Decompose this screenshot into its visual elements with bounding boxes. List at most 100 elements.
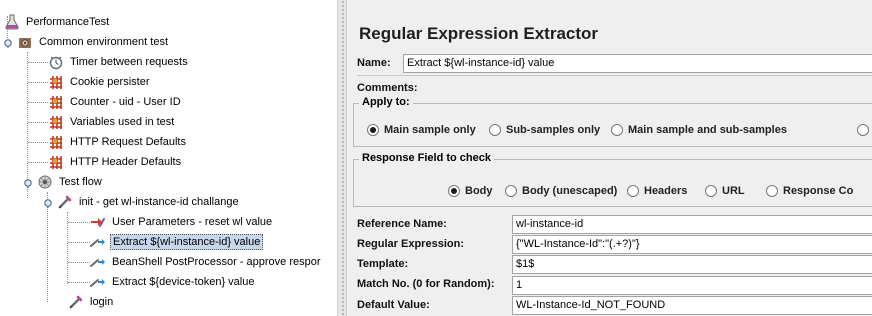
default-value-input[interactable]: WL-Instance-Id_NOT_FOUND: [512, 296, 872, 315]
tree-node-timer[interactable]: Timer between requests: [48, 53, 190, 71]
radio-url[interactable]: URL: [705, 185, 745, 197]
radio-response-code[interactable]: Response Co: [766, 185, 853, 197]
postprocessor-icon: [90, 279, 105, 287]
config-element-icon: [50, 116, 62, 129]
config-element-icon: [50, 96, 62, 109]
match-no-label: Match No. (0 for Random):: [357, 278, 495, 290]
tree-node-init[interactable]: init - get wl-instance-id challange: [57, 193, 241, 211]
reference-name-row: Reference Name:: [357, 214, 447, 234]
radio-body-unescaped[interactable]: Body (unescaped): [505, 185, 617, 197]
radio-label: Body: [465, 185, 493, 197]
regex-label: Regular Expression:: [357, 238, 464, 250]
tree-connector: [68, 282, 90, 283]
sampler-pipette-icon: [58, 195, 72, 209]
tree-node-performance-test[interactable]: PerformanceTest: [4, 13, 111, 31]
tree-node-extract-device-token[interactable]: Extract ${device-token} value: [90, 273, 256, 291]
match-no-row: Match No. (0 for Random):: [357, 274, 495, 294]
tree-connector: [28, 122, 48, 123]
radio-label: Main sample only: [384, 124, 476, 136]
radio-label: Sub-samples only: [506, 124, 601, 136]
sampler-pipette-icon: [69, 295, 83, 309]
tree-node-label: User Parameters - reset wl value: [112, 216, 273, 228]
postprocessor-icon: [90, 259, 105, 267]
tree-node-label: Cookie persister: [70, 76, 150, 88]
template-row: Template:: [357, 254, 408, 274]
radio-dot: [611, 124, 623, 136]
radio-main-sample-only[interactable]: Main sample only: [367, 124, 476, 136]
radio-label: Headers: [644, 185, 688, 197]
match-no-input[interactable]: 1: [512, 276, 872, 295]
collapse-handle-icon[interactable]: [43, 198, 53, 208]
tree-connector: [28, 142, 48, 143]
collapse-handle-icon[interactable]: [3, 38, 13, 48]
tree-node-label: Extract ${wl-instance-id} value: [110, 234, 264, 250]
radio-sub-samples-only[interactable]: Sub-samples only: [489, 124, 600, 136]
tree-connector: [68, 262, 90, 263]
gear-group-icon: [19, 38, 31, 48]
reference-name-label: Reference Name:: [357, 218, 447, 230]
radio-label: Body (unescaped): [522, 185, 618, 197]
name-input[interactable]: Extract ${wl-instance-id} value: [403, 54, 872, 73]
radio-jmeter-variable[interactable]: [857, 124, 872, 136]
tree-node-test-flow[interactable]: Test flow: [37, 173, 104, 191]
radio-dot: [489, 124, 501, 136]
template-input[interactable]: $1$: [512, 255, 872, 274]
split-pane-divider[interactable]: [337, 0, 347, 316]
comments-field[interactable]: [417, 80, 872, 96]
name-label: Name:: [357, 57, 391, 69]
regex-input[interactable]: {"WL-Instance-Id":"(.+?)"}: [512, 235, 872, 254]
tree-connector: [47, 192, 48, 302]
comments-row: Comments:: [357, 78, 418, 98]
tree-node-beanshell[interactable]: BeanShell PostProcessor - approve respor: [90, 253, 323, 271]
name-row: Name:: [357, 53, 391, 73]
postprocessor-icon: [90, 239, 105, 247]
tree-connector: [68, 222, 90, 223]
radio-label: Main sample and sub-samples: [628, 124, 787, 136]
config-element-icon: [50, 156, 62, 169]
radio-dot: [505, 185, 517, 197]
radio-main-and-sub-samples[interactable]: Main sample and sub-samples: [611, 124, 787, 136]
tree-node-label: init - get wl-instance-id challange: [79, 196, 239, 208]
radio-dot: [367, 124, 379, 136]
tree-node-label: Test flow: [59, 176, 102, 188]
regex-extractor-panel: Regular Expression Extractor Name: Extra…: [347, 0, 872, 316]
default-value-label: Default Value:: [357, 299, 430, 311]
tree-node-extract-wl-instance-id[interactable]: Extract ${wl-instance-id} value: [90, 233, 264, 251]
tree-node-label: Extract ${device-token} value: [112, 276, 255, 288]
tree-node-label: PerformanceTest: [26, 16, 110, 28]
tree-node-label: login: [90, 296, 114, 308]
radio-dot: [448, 185, 460, 197]
tree-node-common-environment[interactable]: Common environment test: [17, 33, 170, 51]
page-title: Regular Expression Extractor: [359, 24, 599, 43]
tree-connector: [68, 242, 90, 243]
radio-dot: [766, 185, 778, 197]
tree-node-user-parameters[interactable]: User Parameters - reset wl value: [90, 213, 274, 231]
config-element-icon: [50, 76, 62, 89]
tree-connector: [28, 162, 48, 163]
tree-node-label: Variables used in test: [70, 116, 175, 128]
timer-icon: [49, 56, 63, 70]
preprocessor-arrow-icon: [91, 218, 105, 227]
radio-dot: [857, 124, 869, 136]
tree-node-variables[interactable]: Variables used in test: [48, 113, 176, 131]
radio-dot: [627, 185, 639, 197]
test-plan-tree[interactable]: PerformanceTest Common environment test …: [0, 0, 337, 316]
tree-node-label: HTTP Request Defaults: [70, 136, 186, 148]
radio-headers[interactable]: Headers: [627, 185, 687, 197]
tree-node-http-request-defaults[interactable]: HTTP Request Defaults: [48, 133, 188, 151]
tree-node-cookie-persister[interactable]: Cookie persister: [48, 73, 151, 91]
tree-node-label: Counter - uid - User ID: [70, 96, 181, 108]
radio-dot: [705, 185, 717, 197]
tree-node-label: Timer between requests: [70, 56, 188, 68]
divider: [357, 75, 872, 76]
reference-name-input[interactable]: wl-instance-id: [512, 215, 872, 234]
tree-node-http-header-defaults[interactable]: HTTP Header Defaults: [48, 153, 183, 171]
tree-node-counter[interactable]: Counter - uid - User ID: [48, 93, 183, 111]
response-field-group: [353, 159, 872, 207]
tree-node-login[interactable]: login: [68, 293, 115, 311]
radio-body[interactable]: Body: [448, 185, 493, 197]
tree-connector: [28, 62, 48, 63]
collapse-handle-icon[interactable]: [23, 178, 33, 188]
regex-row: Regular Expression:: [357, 234, 464, 254]
thread-group-icon: [38, 175, 52, 189]
